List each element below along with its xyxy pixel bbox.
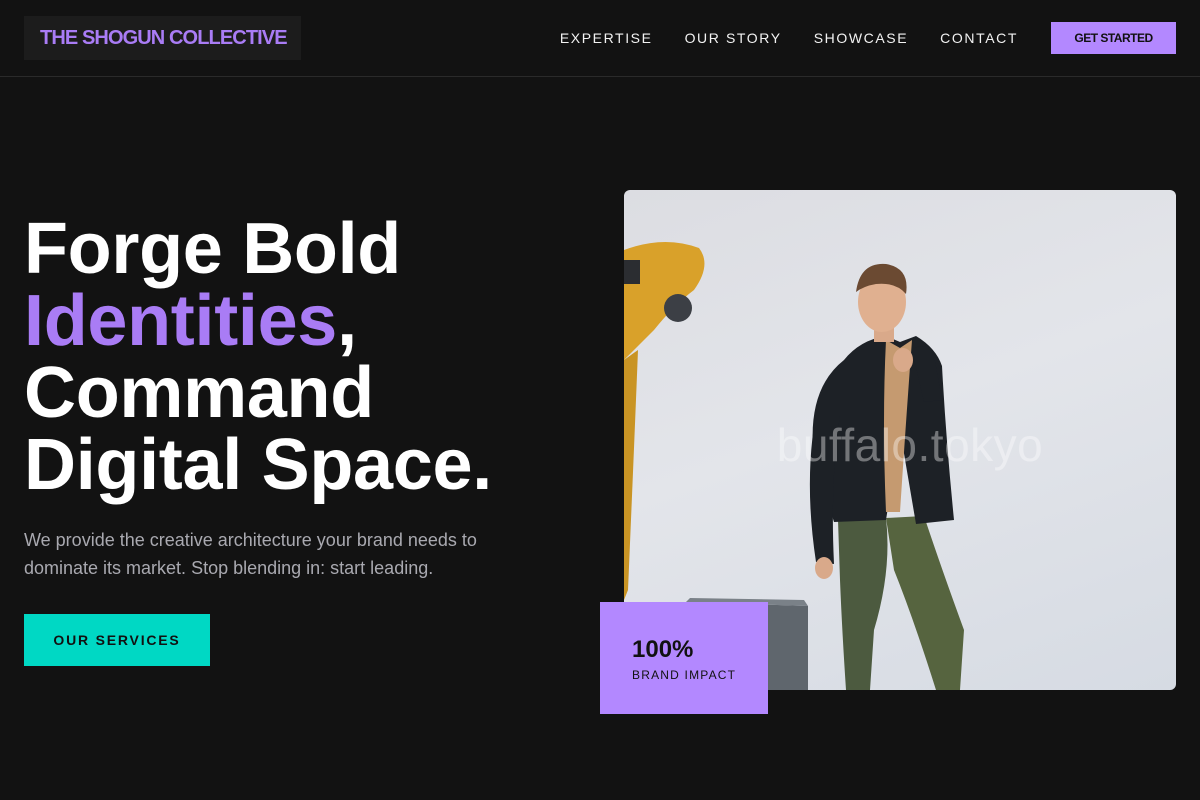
get-started-button[interactable]: GET STARTED [1051, 22, 1176, 54]
nav-expertise[interactable]: EXPERTISE [560, 30, 653, 46]
hero-title-accent: Identities [24, 281, 338, 361]
hero-title-comma: , [337, 281, 357, 361]
stat-card: 100% BRAND IMPACT [600, 602, 768, 714]
nav-our-story[interactable]: OUR STORY [685, 30, 782, 46]
hero-title-line-2: Identities, [24, 285, 584, 357]
main-nav: EXPERTISE OUR STORY SHOWCASE CONTACT GET… [560, 22, 1176, 54]
hero-title-line-3: Command [24, 353, 374, 433]
hero-title-line-4: Digital Space. [24, 425, 492, 505]
logo-text: THE SHOGUN COLLECTIVE [40, 26, 288, 49]
hero-title-line-1: Forge Bold [24, 209, 401, 289]
stat-value: 100% [632, 636, 694, 663]
site-header: THE SHOGUN COLLECTIVE EXPERTISE OUR STOR… [0, 0, 1200, 77]
our-services-button[interactable]: OUR SERVICES [24, 614, 210, 666]
logo[interactable]: THE SHOGUN COLLECTIVE [24, 16, 301, 60]
hero-subtitle: We provide the creative architecture you… [24, 530, 477, 578]
photo-watermark: buffalo.tokyo [776, 419, 1044, 471]
nav-contact[interactable]: CONTACT [940, 30, 1018, 46]
hero-title: Forge Bold Identities, Command Digital S… [24, 213, 584, 501]
stat-label: BRAND IMPACT [632, 668, 737, 682]
nav-showcase[interactable]: SHOWCASE [814, 30, 908, 46]
